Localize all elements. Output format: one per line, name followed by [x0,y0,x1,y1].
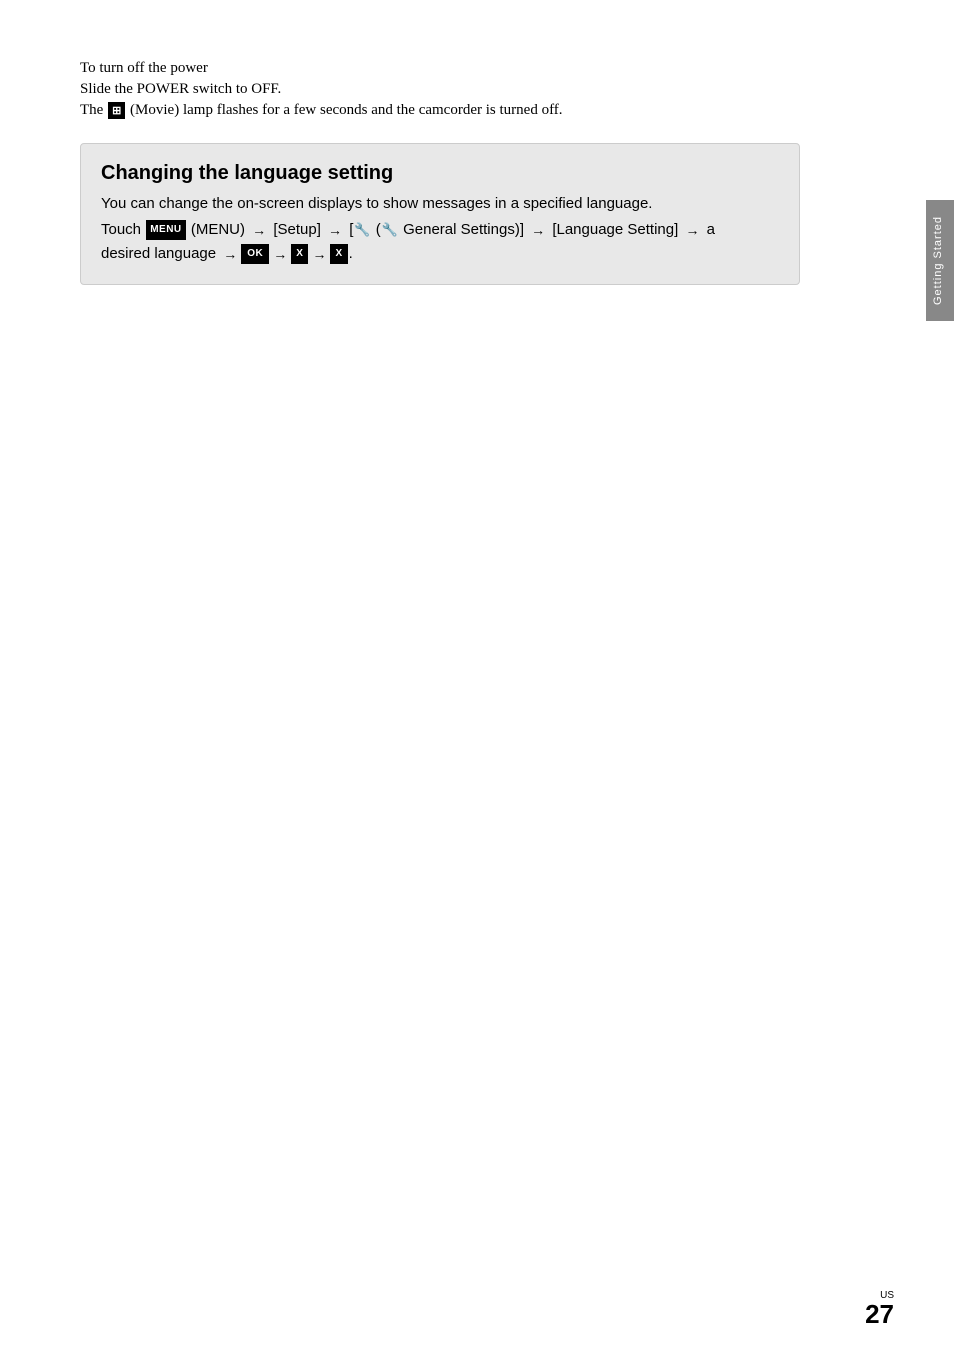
side-tab-label: Getting Started [932,216,944,305]
arrow-4: → [685,219,699,241]
bracket-text: [ [345,221,353,238]
language-instruction: Touch MENU (MENU) → [Setup] → [🔧 (🔧 Gene… [101,218,779,266]
x2-button-icon: X [330,244,347,264]
menu-button-icon: MENU [146,220,185,240]
page-number-area: US 27 [865,1290,894,1327]
page-number: 27 [865,1301,894,1327]
language-title: Changing the language setting [101,162,779,185]
wrench-icon-3: 🔧 [382,220,398,241]
movie-icon: ⊞ [108,102,125,119]
arrow-7: → [312,243,326,265]
general-text: General Settings)] [399,221,528,238]
ok-button-icon: OK [241,244,269,264]
wrench-icon-2: ( [372,221,381,238]
power-section: To turn off the power Slide the POWER sw… [80,60,800,119]
power-line1: Slide the POWER switch to OFF. [80,81,800,98]
arrow-3: → [531,219,545,241]
power-line2-pre: The [80,102,107,118]
power-line2-post: (Movie) lamp flashes for a few seconds a… [126,102,562,118]
power-line2: The ⊞ (Movie) lamp flashes for a few sec… [80,102,800,119]
power-title: To turn off the power [80,60,800,77]
arrow-2: → [328,219,342,241]
language-description: You can change the on-screen displays to… [101,195,779,212]
wrench-icon-1: 🔧 [354,220,370,241]
language-box: Changing the language setting You can ch… [80,143,800,285]
touch-label: Touch [101,221,145,238]
setup-text: [Setup] [269,221,325,238]
arrow-6: → [273,243,287,265]
arrow-1: → [252,219,266,241]
x1-button-icon: X [291,244,308,264]
period: . [349,245,353,262]
arrow-5: → [223,243,237,265]
menu-text: (MENU) [187,221,250,238]
language-setting-text: [Language Setting] [548,221,682,238]
side-tab: Getting Started [926,200,954,321]
